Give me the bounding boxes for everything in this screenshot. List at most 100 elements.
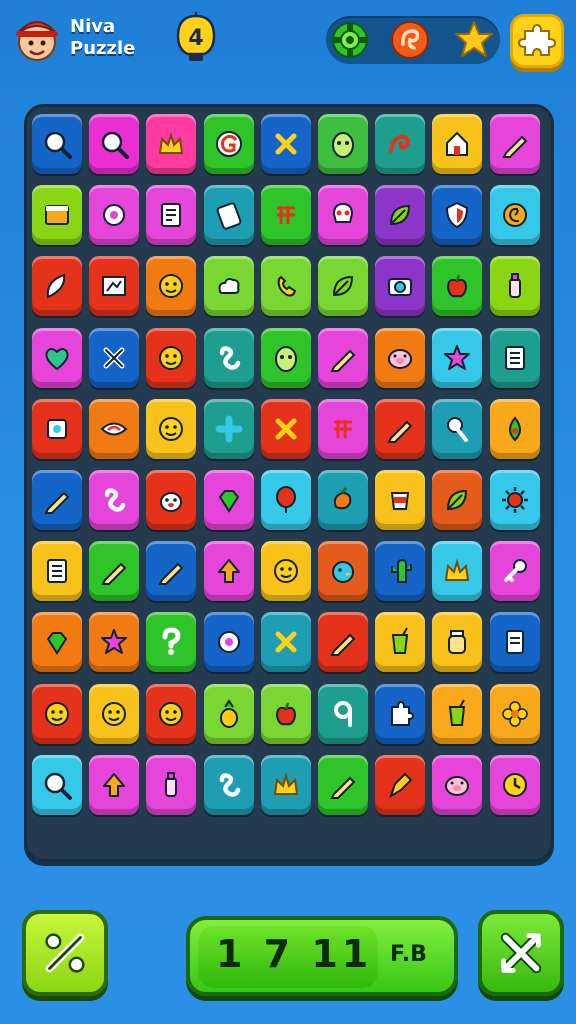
tile-smile[interactable] [32,683,82,744]
tile-pencil[interactable] [318,612,368,673]
tile-doc[interactable] [489,612,540,673]
tile-smile[interactable] [89,683,140,744]
tile-key[interactable] [489,541,540,602]
tile-board[interactable] [89,256,140,317]
tile-leaf[interactable] [375,185,426,246]
tile-search[interactable] [32,754,82,815]
tile-cross[interactable] [260,398,311,459]
tile-sun[interactable] [489,470,540,530]
gear-icon[interactable] [328,18,372,62]
tile-question[interactable] [146,612,197,673]
tile-pencil[interactable] [375,398,426,459]
tile-phone-curl[interactable] [260,256,311,317]
tile-curl[interactable] [89,470,140,530]
tile-apple[interactable] [260,683,311,744]
tile-crown[interactable] [432,541,483,602]
tile-dog[interactable] [146,470,197,530]
tile-pig[interactable] [375,327,426,388]
tile-pencil[interactable] [89,541,140,602]
puzzle-piece-icon[interactable] [510,14,564,68]
tile-pencil[interactable] [32,470,82,530]
tile-grid[interactable] [260,185,311,246]
tile-curl[interactable] [203,327,254,388]
tile-list[interactable] [489,327,540,388]
tile-eye[interactable] [89,398,140,459]
curl-icon [219,345,240,370]
tile-cup[interactable] [375,470,426,530]
tile-arrow-up[interactable] [89,754,140,815]
tile-swirl[interactable] [375,114,426,174]
tile-cactus[interactable] [375,541,426,602]
orange-swirl-icon[interactable] [388,18,432,62]
tile-face[interactable] [318,114,368,174]
tile-search[interactable] [32,114,82,174]
tile-pig[interactable] [432,754,483,815]
tile-tools[interactable] [89,327,140,388]
tile-curl[interactable] [203,754,254,815]
tile-crown[interactable] [146,114,197,174]
tile-puzzle[interactable] [375,683,426,744]
tile-cross[interactable] [260,612,311,673]
tile-face[interactable] [260,327,311,388]
tile-flower[interactable] [489,683,540,744]
tile-cross[interactable] [260,114,311,174]
tile-smile[interactable] [146,683,197,744]
tile-pineapple[interactable] [203,683,254,744]
tile-jar[interactable] [432,612,483,673]
tile-pencil[interactable] [318,327,368,388]
tile-book[interactable] [146,185,197,246]
tile-camera[interactable] [375,256,426,317]
tile-balloon[interactable] [260,470,311,530]
tile-gem[interactable] [203,470,254,530]
tile-apple[interactable] [432,256,483,317]
tile-shield[interactable] [432,185,483,246]
tile-bottle[interactable] [146,754,197,815]
tile-smile[interactable] [146,327,197,388]
tile-smile[interactable] [146,256,197,317]
tile-nine[interactable] [318,683,368,744]
tile-heart[interactable] [32,327,82,388]
tile-drop[interactable] [489,398,540,459]
tile-window[interactable] [32,185,82,246]
tile-fruit[interactable] [318,470,368,530]
tile-star[interactable] [89,612,140,673]
swap-button[interactable] [478,910,564,996]
tile-smile[interactable] [146,398,197,459]
tile-square[interactable] [32,398,82,459]
tile-pin[interactable] [432,398,483,459]
tile-gem[interactable] [32,612,82,673]
tile-arrow-up[interactable] [203,541,254,602]
tile-phone[interactable] [203,185,254,246]
tile-spiral[interactable] [489,185,540,246]
tile-list[interactable] [32,541,82,602]
tile-skull[interactable] [318,185,368,246]
tile-leaf[interactable] [432,470,483,530]
tile-gear[interactable] [89,185,140,246]
tile-letter-g[interactable] [203,114,254,174]
tile-pen[interactable] [375,754,426,815]
tile-cloud[interactable] [203,256,254,317]
avatar[interactable] [12,12,62,64]
star-icon[interactable] [452,18,496,62]
tile-drink[interactable] [375,612,426,673]
tile-bottle[interactable] [489,256,540,317]
tile-gear[interactable] [203,612,254,673]
tile-feather[interactable] [32,256,82,317]
tile-star[interactable] [432,327,483,388]
tile-smile[interactable] [260,541,311,602]
tile-clock[interactable] [489,754,540,815]
tile-plus[interactable] [203,398,254,459]
key-icon [503,559,527,583]
tile-grid[interactable] [318,398,368,459]
tile-bird[interactable] [318,541,368,602]
tile-leaf[interactable] [318,256,368,317]
tile-pencil[interactable] [489,114,540,174]
tile-search[interactable] [89,114,140,174]
tile-crown[interactable] [260,754,311,815]
shuffle-button[interactable] [22,910,108,996]
tile-pencil[interactable] [318,754,368,815]
tile-drink[interactable] [432,683,483,744]
tile-house[interactable] [432,114,483,174]
pencil-icon [101,562,127,586]
tile-pencil[interactable] [146,541,197,602]
